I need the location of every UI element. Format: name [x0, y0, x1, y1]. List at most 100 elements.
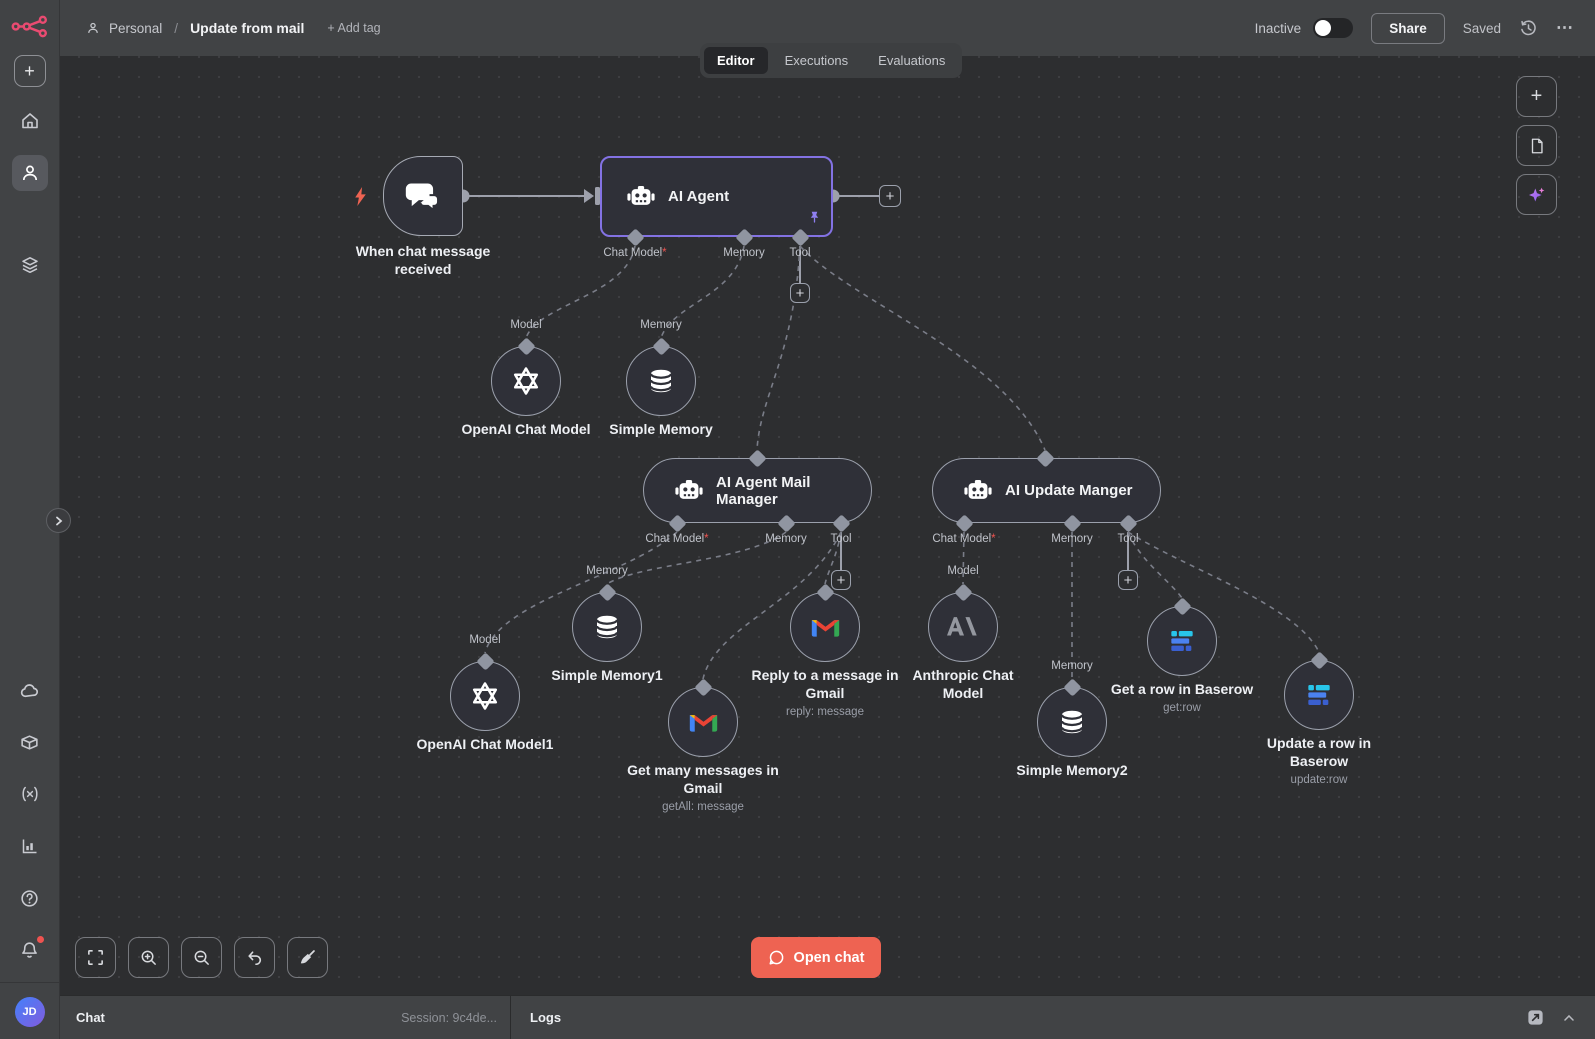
- add-connected-node-button[interactable]: +: [879, 185, 901, 207]
- node-label: Simple Memory: [581, 420, 741, 438]
- breadcrumb-separator: /: [174, 20, 179, 36]
- panel-divider: [510, 996, 511, 1039]
- port-type-label: Model: [469, 634, 501, 646]
- required-asterisk: *: [704, 533, 709, 545]
- logs-panel-tab[interactable]: Logs: [530, 1010, 561, 1025]
- port-type-label: Memory: [586, 565, 628, 577]
- active-toggle[interactable]: [1313, 18, 1354, 38]
- more-options-button[interactable]: ⋯: [1556, 18, 1575, 38]
- node-openai-2[interactable]: [450, 661, 520, 731]
- gmail-icon: [809, 614, 842, 640]
- node-title: Reply to a message in Gmail: [751, 667, 899, 702]
- node-operation: update:row: [1290, 774, 1348, 787]
- chat-bubble-icon: [768, 949, 785, 966]
- port-label: Chat Model*: [603, 247, 667, 259]
- panel-collapse-button[interactable]: [46, 508, 71, 533]
- expand-panel-button[interactable]: [1561, 1010, 1577, 1026]
- workflow-canvas[interactable]: Open chat When chat message received AI A…: [60, 56, 1595, 995]
- node-label: Reply to a message in Gmail reply: messag…: [738, 666, 913, 720]
- workflow-title[interactable]: Update from mail: [190, 20, 304, 36]
- node-anthropic[interactable]: [928, 592, 998, 662]
- node-get-row-baserow[interactable]: [1147, 606, 1217, 676]
- port-label: Memory: [723, 247, 765, 259]
- ai-assistant-button[interactable]: [1516, 174, 1557, 215]
- undo-button[interactable]: [234, 937, 275, 978]
- fit-view-button[interactable]: [75, 937, 116, 978]
- port-type-label: Memory: [640, 319, 682, 331]
- trigger-bolt-icon: [354, 187, 367, 211]
- sidebar-item-insights[interactable]: [12, 828, 48, 864]
- sidebar-item-variables[interactable]: [12, 776, 48, 812]
- pinned-data-icon: [808, 211, 821, 229]
- node-ai-agent[interactable]: AI Agent: [600, 156, 833, 237]
- sidebar-item-templates[interactable]: [12, 724, 48, 760]
- node-mail-manager[interactable]: AI Agent Mail Manager: [643, 458, 872, 523]
- bottom-panel-bar: Chat Session: 9c4de... Logs: [60, 995, 1595, 1039]
- popout-panel-button[interactable]: [1526, 1008, 1545, 1027]
- node-simple-memory1[interactable]: [572, 592, 642, 662]
- tab-editor[interactable]: Editor: [704, 47, 768, 74]
- database-icon: [592, 612, 622, 642]
- sidebar-item-notifications[interactable]: [12, 932, 48, 968]
- toggle-knob: [1315, 20, 1332, 36]
- n8n-logo[interactable]: [11, 15, 49, 43]
- sidebar-item-home[interactable]: [12, 103, 48, 139]
- sidebar-item-layers[interactable]: [12, 247, 48, 283]
- node-simple-memory[interactable]: [626, 346, 696, 416]
- openai-icon: [509, 364, 543, 398]
- sidebar-item-cloud[interactable]: [12, 672, 48, 708]
- port-type-label: Memory: [1051, 660, 1093, 672]
- add-connected-node-button[interactable]: +: [1118, 570, 1138, 590]
- workflow-status-label: Inactive: [1254, 20, 1302, 36]
- share-button[interactable]: Share: [1371, 12, 1445, 44]
- avatar[interactable]: JD: [14, 997, 45, 1027]
- tab-executions[interactable]: Executions: [772, 47, 862, 74]
- node-operation: reply: message: [786, 706, 864, 719]
- node-chat-trigger[interactable]: [383, 156, 463, 236]
- node-title: OpenAI Chat Model1: [416, 736, 554, 752]
- canvas-controls: [75, 937, 328, 978]
- view-tabs: Editor Executions Evaluations: [700, 43, 963, 78]
- node-title: Simple Memory: [609, 421, 713, 437]
- notification-dot: [36, 936, 44, 943]
- port-label: Memory: [765, 533, 807, 545]
- port-label: Tool: [1117, 533, 1139, 545]
- sidebar-item-help[interactable]: [12, 880, 48, 916]
- node-label: Get a row in Baserow get:row: [1075, 680, 1290, 716]
- sidebar-item-personal[interactable]: [11, 155, 48, 191]
- robot-icon: [674, 479, 704, 502]
- node-get-many-gmail[interactable]: [668, 687, 738, 757]
- open-chat-button[interactable]: Open chat: [751, 937, 881, 978]
- node-reply-gmail[interactable]: [790, 592, 860, 662]
- robot-icon: [626, 185, 656, 208]
- breadcrumb-project[interactable]: Personal: [109, 21, 162, 36]
- zoom-in-button[interactable]: [128, 937, 169, 978]
- session-label: Session: 9c4de...: [401, 1010, 497, 1025]
- node-label: Get many messages in Gmail getAll: messag…: [616, 761, 791, 815]
- add-node-button[interactable]: +: [1516, 76, 1557, 117]
- node-title: Update a row in Baserow: [1266, 735, 1372, 770]
- baserow-icon: [1303, 679, 1335, 711]
- node-title: Anthropic Chat Model: [912, 667, 1014, 702]
- required-asterisk: *: [662, 247, 667, 259]
- tidy-up-button[interactable]: [287, 937, 328, 978]
- anthropic-icon: [946, 616, 980, 638]
- add-sticky-note-button[interactable]: [1516, 125, 1557, 166]
- node-operation: getAll: message: [662, 801, 744, 814]
- node-update-row-baserow[interactable]: [1284, 660, 1354, 730]
- tab-evaluations[interactable]: Evaluations: [865, 47, 958, 74]
- node-label: Anthropic Chat Model: [896, 666, 1031, 702]
- gmail-icon: [687, 709, 720, 735]
- add-connected-node-button[interactable]: +: [790, 283, 810, 303]
- node-update-manger[interactable]: AI Update Manger: [932, 458, 1161, 523]
- node-title: Simple Memory1: [551, 667, 663, 683]
- zoom-out-button[interactable]: [181, 937, 222, 978]
- add-connected-node-button[interactable]: +: [831, 570, 851, 590]
- node-openai-1[interactable]: [491, 346, 561, 416]
- add-tag-button[interactable]: + Add tag: [327, 21, 380, 35]
- history-icon[interactable]: [1519, 19, 1538, 38]
- add-workflow-button[interactable]: +: [13, 55, 46, 87]
- project-user-icon: [86, 21, 100, 35]
- chat-icon: [405, 180, 441, 212]
- node-title: Simple Memory2: [1016, 762, 1128, 778]
